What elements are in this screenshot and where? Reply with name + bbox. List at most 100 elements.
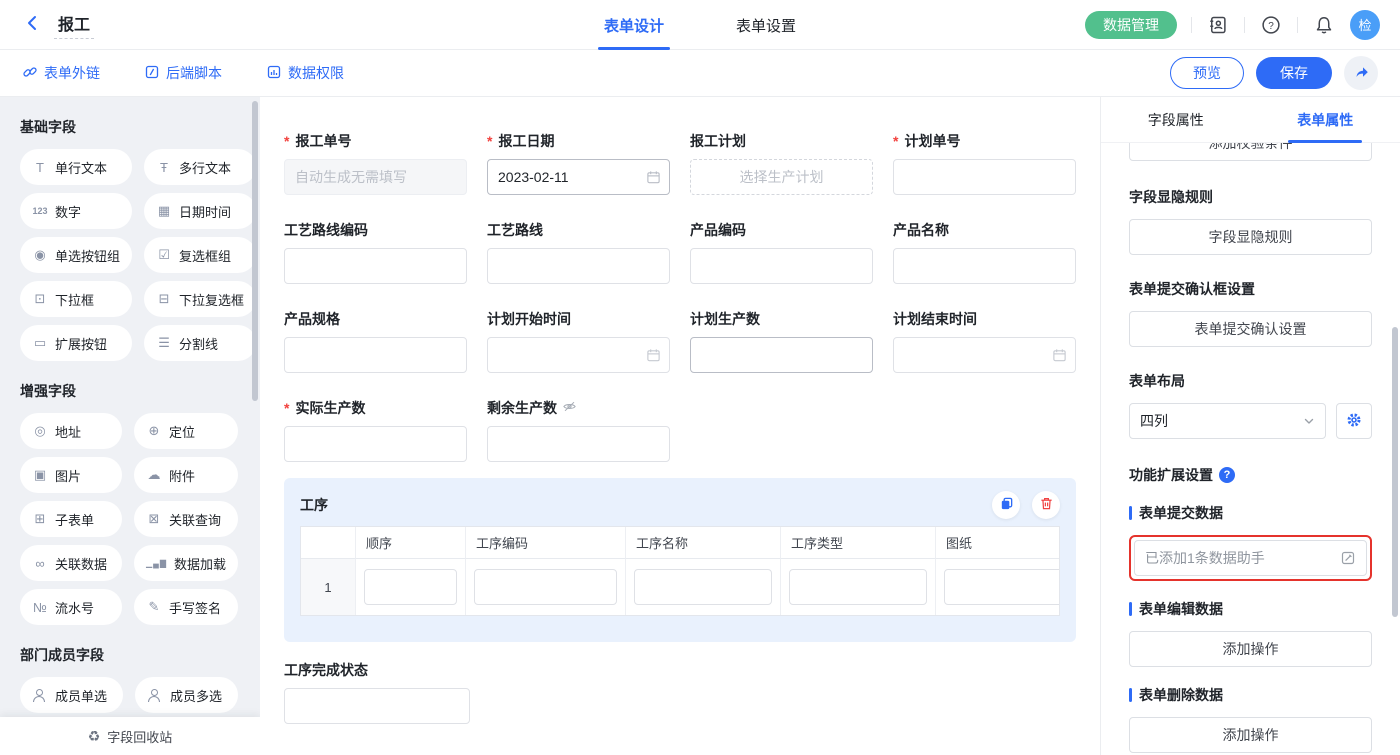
process-type-input[interactable] (789, 569, 927, 605)
report-number-input[interactable] (284, 159, 467, 195)
route-code-input[interactable] (284, 248, 467, 284)
product-code-input[interactable] (690, 248, 873, 284)
sidebar-item-member-multi[interactable]: 成员多选 (135, 677, 238, 713)
notification-bell-icon[interactable] (1312, 13, 1336, 37)
sidebar-item-number[interactable]: 123数字 (20, 193, 132, 229)
sidebar-item-image[interactable]: ▣图片 (20, 457, 122, 493)
user-avatar[interactable]: 检 (1350, 10, 1380, 40)
process-status-input[interactable] (284, 688, 470, 724)
link-label: 数据权限 (288, 63, 344, 83)
plan-end-time-input[interactable] (893, 337, 1076, 373)
chevron-left-icon (25, 14, 41, 35)
field-label: 计划开始时间 (487, 309, 571, 329)
sidebar-item-datetime[interactable]: ▦日期时间 (144, 193, 256, 229)
form-title[interactable]: 报工 (54, 11, 94, 39)
panel-scrollbar[interactable] (1392, 327, 1398, 617)
order-input[interactable] (364, 569, 457, 605)
field-label: 产品名称 (893, 220, 949, 240)
data-assistant-button[interactable]: 已添加1条数据助手 (1134, 540, 1367, 576)
data-manage-button[interactable]: 数据管理 (1085, 11, 1177, 39)
required-mark: * (893, 133, 898, 149)
layout-settings-button[interactable] (1336, 403, 1372, 439)
submit-confirm-button[interactable]: 表单提交确认设置 (1129, 311, 1372, 347)
tab-form-settings[interactable]: 表单设置 (736, 0, 796, 50)
preview-button[interactable]: 预览 (1170, 57, 1244, 89)
item-label: 附件 (169, 466, 195, 485)
tab-form-properties[interactable]: 表单属性 (1251, 97, 1400, 142)
subhead-text: 表单提交数据 (1139, 503, 1223, 523)
item-label: 手写签名 (169, 598, 221, 617)
tab-form-design[interactable]: 表单设计 (604, 0, 664, 50)
subform-processes[interactable]: 工序 顺序 工序编码 (284, 478, 1076, 642)
sidebar-item-divider-line[interactable]: ☰分割线 (144, 325, 256, 361)
sidebar-item-attachment[interactable]: ☁ 附件 (134, 457, 238, 493)
plan-start-time-input[interactable] (487, 337, 670, 373)
sidebar-item-member-single[interactable]: 成员单选 (20, 677, 123, 713)
tab-field-properties[interactable]: 字段属性 (1101, 97, 1251, 142)
image-icon: ▣ (32, 467, 48, 483)
data-permission-link[interactable]: 数据权限 (266, 63, 344, 83)
sidebar-item-multi-line-text[interactable]: Ŧ多行文本 (144, 149, 256, 185)
product-spec-input[interactable] (284, 337, 467, 373)
product-name-input[interactable] (893, 248, 1076, 284)
plan-quantity-input[interactable] (690, 337, 873, 373)
delete-data-add-button[interactable]: 添加操作 (1129, 717, 1372, 753)
address-book-icon[interactable] (1206, 13, 1230, 37)
calendar-icon: ▦ (156, 203, 172, 219)
sidebar-item-address[interactable]: ◎地址 (20, 413, 122, 449)
visibility-rules-button[interactable]: 字段显隐规则 (1129, 219, 1372, 255)
sidebar-item-linked-data[interactable]: ∞关联数据 (20, 545, 122, 581)
section-title-members: 部门成员字段 (20, 645, 238, 665)
form-external-link[interactable]: 表单外链 (22, 63, 100, 83)
sidebar-item-extend-button[interactable]: ▭扩展按钮 (20, 325, 132, 361)
calendar-icon (1052, 348, 1067, 363)
delete-button[interactable] (1032, 491, 1060, 519)
chevron-down-icon (1303, 415, 1315, 427)
attachment-cloud-icon: ☁ (146, 467, 162, 483)
sidebar-item-location[interactable]: ⊕定位 (134, 413, 238, 449)
remaining-quantity-input[interactable] (487, 426, 670, 462)
radio-icon: ◉ (32, 247, 48, 263)
field-label: 剩余生产数 (487, 398, 557, 418)
sidebar-item-dropdown[interactable]: ⊡下拉框 (20, 281, 132, 317)
back-button[interactable] (20, 12, 46, 38)
process-code-input[interactable] (474, 569, 617, 605)
sidebar-item-single-line-text[interactable]: T单行文本 (20, 149, 132, 185)
add-validation-button[interactable]: 添加校验条件 (1129, 143, 1372, 161)
sidebar-item-data-load[interactable]: ▁▄▇数据加载 (134, 545, 238, 581)
action-links: 表单外链 后端脚本 数据权限 (22, 63, 344, 83)
item-label: 单行文本 (55, 158, 107, 177)
share-button[interactable] (1344, 56, 1378, 90)
sidebar-item-multi-dropdown[interactable]: ⊟下拉复选框 (144, 281, 256, 317)
sidebar-item-radio-group[interactable]: ◉单选按钮组 (20, 237, 132, 273)
sidebar-scrollbar[interactable] (252, 101, 258, 401)
help-circle-icon[interactable]: ? (1219, 467, 1235, 483)
sidebar-item-checkbox-group[interactable]: ☑复选框组 (144, 237, 256, 273)
subform-icon: ⊞ (32, 511, 48, 527)
sidebar-item-signature[interactable]: ✎手写签名 (134, 589, 238, 625)
help-icon[interactable]: ? (1259, 13, 1283, 37)
field-recycle-bin[interactable]: ♻ 字段回收站 (0, 717, 260, 755)
edit-data-add-button[interactable]: 添加操作 (1129, 631, 1372, 667)
edit-pencil-icon[interactable] (1340, 550, 1356, 566)
data-load-chart-icon: ▁▄▇ (146, 559, 167, 568)
report-date-input[interactable] (487, 159, 670, 195)
sidebar-item-lookup-query[interactable]: ⊠关联查询 (134, 501, 238, 537)
copy-button[interactable] (992, 491, 1020, 519)
sidebar-item-serial-number[interactable]: №流水号 (20, 589, 122, 625)
actual-quantity-input[interactable] (284, 426, 467, 462)
lookup-icon: ⊠ (146, 511, 162, 527)
item-label: 复选框组 (179, 246, 231, 265)
field-actual-quantity: *实际生产数 (284, 398, 467, 462)
route-input[interactable] (487, 248, 670, 284)
report-plan-picker[interactable] (690, 159, 873, 195)
backend-script-link[interactable]: 后端脚本 (144, 63, 222, 83)
drawing-input[interactable] (944, 569, 1060, 605)
plan-number-input[interactable] (893, 159, 1076, 195)
sidebar-item-subform[interactable]: ⊞子表单 (20, 501, 122, 537)
save-button[interactable]: 保存 (1256, 57, 1332, 89)
required-mark: * (284, 133, 289, 149)
process-name-input[interactable] (634, 569, 772, 605)
field-report-date: *报工日期 (487, 131, 670, 195)
layout-select[interactable]: 四列 (1129, 403, 1326, 439)
